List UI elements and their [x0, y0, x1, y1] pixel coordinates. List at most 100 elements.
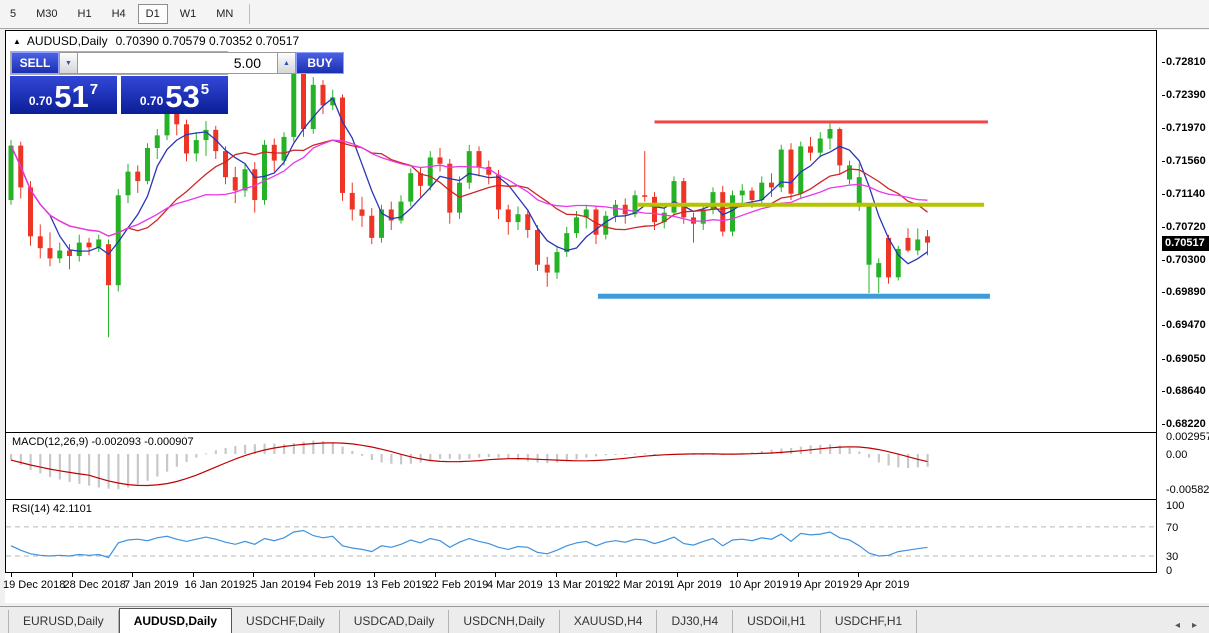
chart-tab-xauusd-h4[interactable]: XAUUSD,H4 — [560, 610, 658, 633]
candle — [272, 139, 277, 172]
chart-tab-audusd-daily[interactable]: AUDUSD,Daily — [119, 608, 232, 633]
price-axis-tick — [1162, 260, 1165, 261]
pivot-line[interactable] — [637, 203, 984, 207]
price-axis-tick — [1162, 325, 1165, 326]
price-axis-label: 0.71140 — [1166, 188, 1205, 200]
candle — [311, 77, 316, 134]
date-axis-tick — [556, 573, 557, 577]
date-axis-tick — [495, 573, 496, 577]
sell-price-button[interactable]: 0.70 51 7 — [10, 76, 117, 114]
date-axis-tick — [737, 573, 738, 577]
current-price-tag: 0.70517 — [1162, 236, 1209, 251]
chart-tab-usdchf-h1[interactable]: USDCHF,H1 — [821, 610, 917, 633]
date-axis-tick — [435, 573, 436, 577]
date-axis-label: 19 Dec 2018 — [3, 579, 65, 591]
date-axis-tick — [253, 573, 254, 577]
timeframe-button-mn[interactable]: MN — [208, 4, 241, 24]
candle — [350, 183, 355, 221]
chart-tab-usdcad-daily[interactable]: USDCAD,Daily — [340, 610, 450, 633]
candle — [818, 132, 823, 157]
timeframe-button-d1[interactable]: D1 — [138, 4, 168, 24]
sell-button[interactable]: SELL — [11, 52, 59, 74]
candle — [681, 178, 686, 224]
candle — [545, 257, 550, 287]
price-axis-tick — [1162, 95, 1165, 96]
candle — [184, 120, 189, 162]
candle — [613, 200, 618, 222]
date-axis-label: 4 Feb 2019 — [306, 579, 362, 591]
price-chart-pane[interactable]: ▲AUDUSD,Daily0.70390 0.70579 0.70352 0.7… — [5, 30, 1157, 433]
candle — [506, 205, 511, 235]
timeframe-button-h1[interactable]: H1 — [70, 4, 100, 24]
chart-tab-eurusd-daily[interactable]: EURUSD,Daily — [8, 610, 119, 633]
candle — [711, 187, 716, 214]
candle — [672, 176, 677, 215]
lot-increase-button[interactable]: ▲ — [277, 52, 296, 74]
sell-price-prefix: 0.70 — [29, 94, 52, 108]
resistance-line[interactable] — [655, 120, 988, 123]
timeframe-button-5[interactable]: 5 — [2, 4, 24, 24]
candle — [428, 151, 433, 190]
sell-price-pip: 7 — [90, 81, 98, 98]
timeframe-toolbar: 5M30H1H4D1W1MN — [0, 0, 1209, 29]
candle — [662, 208, 667, 229]
timeframe-button-h4[interactable]: H4 — [104, 4, 134, 24]
timeframe-button-w1[interactable]: W1 — [172, 4, 205, 24]
buy-price-pip: 5 — [201, 81, 209, 98]
date-axis-tick — [858, 573, 859, 577]
candle — [906, 228, 911, 252]
candle — [57, 243, 62, 264]
price-axis-label: 0.71560 — [1166, 155, 1206, 167]
rsi-axis-label: 70 — [1166, 522, 1178, 534]
price-axis-tick — [1162, 128, 1165, 129]
sell-price-main: 51 — [54, 82, 88, 112]
date-axis-label: 16 Jan 2019 — [185, 579, 246, 591]
price-axis-tick — [1162, 292, 1165, 293]
candle — [96, 235, 101, 252]
date-axis-label: 4 Mar 2019 — [487, 579, 543, 591]
chart-tab-usdoil-h1[interactable]: USDOil,H1 — [733, 610, 821, 633]
tab-scroll-right-icon[interactable]: ▸ — [1186, 618, 1203, 633]
candle — [126, 164, 131, 203]
candle — [486, 161, 491, 185]
candle — [730, 191, 735, 237]
candle — [847, 161, 852, 185]
lot-size-input[interactable] — [78, 52, 277, 74]
support-line[interactable] — [598, 294, 990, 299]
chart-tab-dj30-h4[interactable]: DJ30,H4 — [657, 610, 733, 633]
candle — [603, 211, 608, 239]
date-axis-label: 28 Dec 2018 — [64, 579, 126, 591]
chart-tab-bar: EURUSD,DailyAUDUSD,DailyUSDCHF,DailyUSDC… — [0, 606, 1209, 633]
candle — [535, 225, 540, 271]
buy-button[interactable]: BUY — [296, 52, 344, 74]
date-axis-label: 13 Mar 2019 — [548, 579, 610, 591]
chart-tab-usdcnh-daily[interactable]: USDCNH,Daily — [449, 610, 559, 633]
macd-axis-label: 0.002957 — [1166, 431, 1209, 443]
rsi-chart-canvas[interactable] — [6, 500, 1156, 571]
candle — [340, 94, 345, 200]
candle — [369, 208, 374, 244]
one-click-trading-panel: SELL ▼ ▲ BUY 0.70 51 7 0.70 53 5 — [10, 51, 228, 114]
chart-tab-usdchf-daily[interactable]: USDCHF,Daily — [232, 610, 340, 633]
price-axis-tick — [1162, 359, 1165, 360]
candle — [438, 148, 443, 172]
candle — [48, 232, 53, 266]
price-axis-tick — [1162, 227, 1165, 228]
price-axis-tick — [1162, 161, 1165, 162]
chart-symbol-label: AUDUSD,Daily — [27, 34, 108, 48]
timeframe-button-m30[interactable]: M30 — [28, 4, 65, 24]
date-axis-label: 22 Feb 2019 — [427, 579, 489, 591]
date-axis-tick — [72, 573, 73, 577]
candle — [389, 202, 394, 230]
candle — [789, 143, 794, 200]
rsi-axis-label: 100 — [1166, 500, 1184, 512]
macd-indicator-pane[interactable]: MACD(12,26,9) -0.002093 -0.000907 — [5, 433, 1157, 500]
tab-scroll-left-icon[interactable]: ◂ — [1169, 618, 1186, 633]
candle — [516, 206, 521, 230]
candle — [915, 228, 920, 255]
price-axis-label: 0.72810 — [1166, 56, 1206, 68]
lot-decrease-button[interactable]: ▼ — [59, 52, 78, 74]
rsi-indicator-pane[interactable]: RSI(14) 42.1101 — [5, 500, 1157, 573]
price-axis-label: 0.70720 — [1166, 221, 1206, 233]
buy-price-button[interactable]: 0.70 53 5 — [121, 76, 228, 114]
